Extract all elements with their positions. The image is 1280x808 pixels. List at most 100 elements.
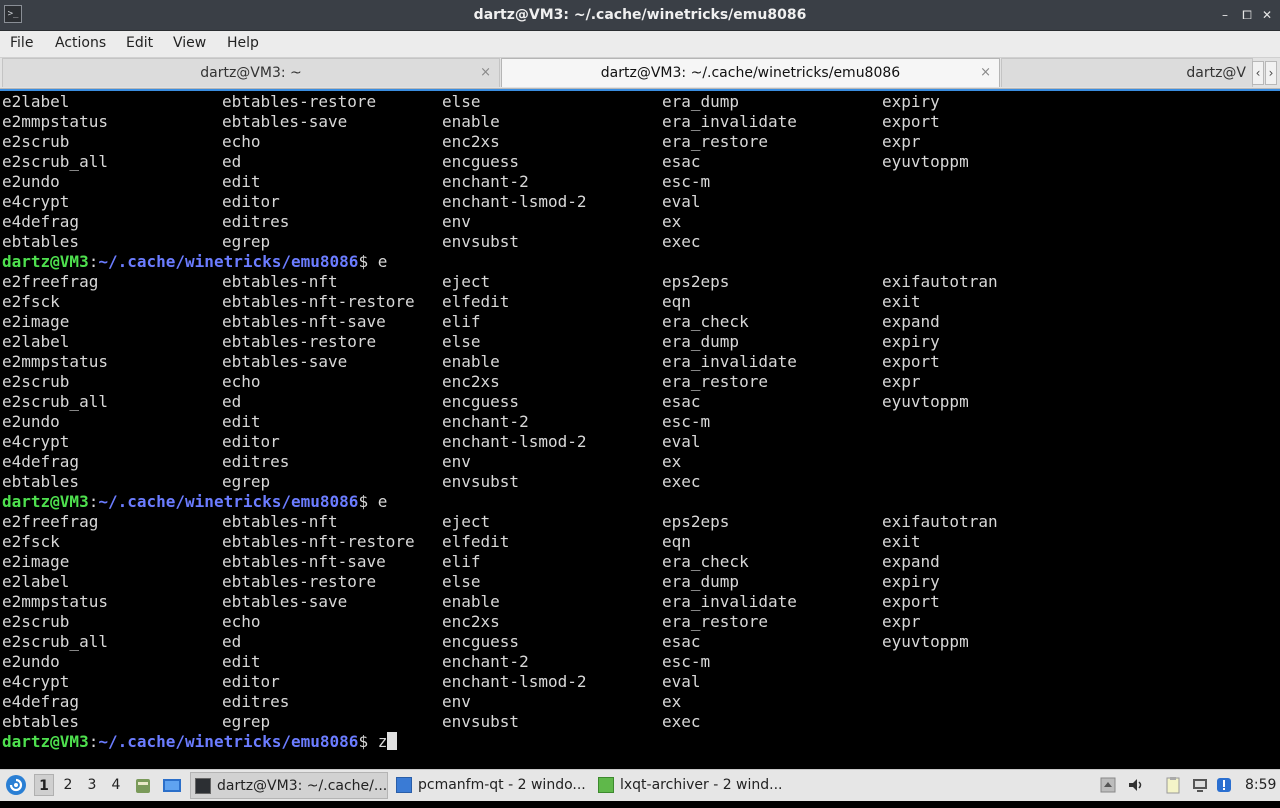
completion-item: e2scrub: [2, 612, 70, 631]
maximize-button[interactable]: ⧠: [1238, 6, 1256, 24]
completion-item: ebtables-nft-restore: [222, 292, 415, 311]
completion-item: esc-m: [662, 412, 711, 431]
window-titlebar[interactable]: >_ dartz@VM3: ~/.cache/winetricks/emu808…: [0, 0, 1280, 31]
tab-scroll-right-icon[interactable]: ›: [1265, 61, 1277, 85]
completion-item: e2label: [2, 92, 70, 111]
start-menu-icon[interactable]: [4, 773, 28, 797]
tray-expand-icon[interactable]: [1099, 776, 1117, 794]
completion-item: esc-m: [662, 652, 711, 671]
menu-actions[interactable]: Actions: [55, 31, 106, 57]
tab-third[interactable]: dartz@V: [1001, 58, 1253, 87]
completion-item: e2undo: [2, 652, 60, 671]
completion-item: ebtables-nft-restore: [222, 532, 415, 551]
menu-bar: File Actions Edit View Help: [0, 31, 1280, 58]
completion-item: esc-m: [662, 172, 711, 191]
volume-icon[interactable]: [1127, 776, 1145, 794]
completion-row: e2freefrag ebtables-nft eject eps2eps exifau…: [2, 272, 1278, 292]
completion-item: e4crypt: [2, 672, 70, 691]
completion-item: e2scrub: [2, 372, 70, 391]
completion-item: ed: [222, 632, 242, 651]
prompt-symbol: $: [358, 492, 378, 511]
prompt-line: dartz@VM3:~/.cache/winetricks/emu8086$ e: [2, 252, 1278, 272]
completion-row: e4defrag editres env ex: [2, 452, 1278, 472]
prompt-line: dartz@VM3:~/.cache/winetricks/emu8086$ e: [2, 492, 1278, 512]
menu-help[interactable]: Help: [227, 31, 259, 57]
completion-item: ex: [662, 212, 682, 231]
clock[interactable]: 8:59: [1245, 770, 1276, 801]
quicklaunch-files-icon[interactable]: [134, 776, 152, 794]
close-button[interactable]: ✕: [1258, 6, 1276, 24]
terminal-output[interactable]: e2label ebtables-restore else era_dump expir…: [0, 89, 1280, 769]
completion-item: envsubst: [442, 472, 520, 491]
prompt-path: ~/.cache/winetricks/emu8086: [98, 492, 359, 511]
network-icon[interactable]: [1191, 776, 1209, 794]
completion-item: expr: [882, 372, 921, 391]
completion-row: e2label ebtables-restore else era_dump expir…: [2, 332, 1278, 352]
completion-item: e4crypt: [2, 192, 70, 211]
completion-item: eyuvtoppm: [882, 632, 969, 651]
completion-item: eject: [442, 272, 491, 291]
completion-item: era_check: [662, 312, 749, 331]
menu-file[interactable]: File: [10, 31, 33, 57]
completion-item: enchant-2: [442, 652, 529, 671]
completion-item: exec: [662, 712, 701, 731]
completion-item: e2freefrag: [2, 272, 99, 291]
terminal-icon: [195, 778, 211, 794]
completion-item: e4defrag: [2, 212, 80, 231]
completion-item: export: [882, 112, 940, 131]
task-terminal[interactable]: dartz@VM3: ~/.cache/...: [190, 772, 388, 799]
completion-item: ed: [222, 152, 242, 171]
completion-item: elfedit: [442, 532, 510, 551]
completion-item: expr: [882, 612, 921, 631]
minimize-button[interactable]: –: [1216, 6, 1234, 24]
prompt-user: dartz@VM3: [2, 252, 89, 271]
workspace-3[interactable]: 3: [82, 774, 102, 796]
completion-item: expiry: [882, 572, 940, 591]
completion-item: elfedit: [442, 292, 510, 311]
completion-item: eval: [662, 672, 701, 691]
completion-item: editor: [222, 192, 280, 211]
completion-row: e2scrub echo enc2xs era_restore expr: [2, 132, 1278, 152]
prompt-path: ~/.cache/winetricks/emu8086: [98, 252, 359, 271]
workspace-1[interactable]: 1: [34, 774, 54, 796]
completion-item: enchant-2: [442, 172, 529, 191]
completion-item: e2fsck: [2, 532, 60, 551]
completion-item: enchant-lsmod-2: [442, 192, 587, 211]
tab-emu8086[interactable]: dartz@VM3: ~/.cache/winetricks/emu8086 ×: [501, 58, 1000, 87]
completion-item: expr: [882, 132, 921, 151]
completion-item: e2label: [2, 572, 70, 591]
completion-item: else: [442, 92, 481, 111]
task-pcmanfm[interactable]: pcmanfm-qt - 2 windo...: [392, 772, 590, 799]
tab-close-icon[interactable]: ×: [480, 59, 491, 87]
completion-item: ebtables-nft: [222, 512, 338, 531]
workspace-4[interactable]: 4: [106, 774, 126, 796]
completion-item: e2image: [2, 312, 70, 331]
tab-home[interactable]: dartz@VM3: ~ ×: [2, 58, 500, 87]
completion-item: echo: [222, 372, 261, 391]
task-label: lxqt-archiver - 2 wind...: [620, 777, 783, 793]
completion-item: enc2xs: [442, 612, 500, 631]
completion-item: expiry: [882, 332, 940, 351]
tab-close-icon[interactable]: ×: [980, 59, 991, 87]
completion-item: e2undo: [2, 412, 60, 431]
completion-item: envsubst: [442, 232, 520, 251]
completion-item: editor: [222, 672, 280, 691]
completion-item: export: [882, 592, 940, 611]
tab-scroll-left-icon[interactable]: ‹: [1252, 61, 1264, 85]
show-desktop-icon[interactable]: [162, 776, 182, 794]
completion-item: enchant-2: [442, 412, 529, 431]
completion-item: era_check: [662, 552, 749, 571]
clipboard-icon[interactable]: [1164, 776, 1182, 794]
completion-item: eqn: [662, 292, 691, 311]
menu-view[interactable]: View: [173, 31, 206, 57]
prompt-separator: :: [88, 492, 99, 511]
workspace-2[interactable]: 2: [58, 774, 78, 796]
completion-item: edit: [222, 412, 261, 431]
completion-row: e4crypt editor enchant-lsmod-2 eval: [2, 192, 1278, 212]
completion-item: era_dump: [662, 92, 740, 111]
prompt-symbol: $: [358, 252, 378, 271]
menu-edit[interactable]: Edit: [126, 31, 153, 57]
task-archiver[interactable]: lxqt-archiver - 2 wind...: [594, 772, 792, 799]
update-notifier-icon[interactable]: [1215, 776, 1233, 794]
completion-item: eyuvtoppm: [882, 152, 969, 171]
